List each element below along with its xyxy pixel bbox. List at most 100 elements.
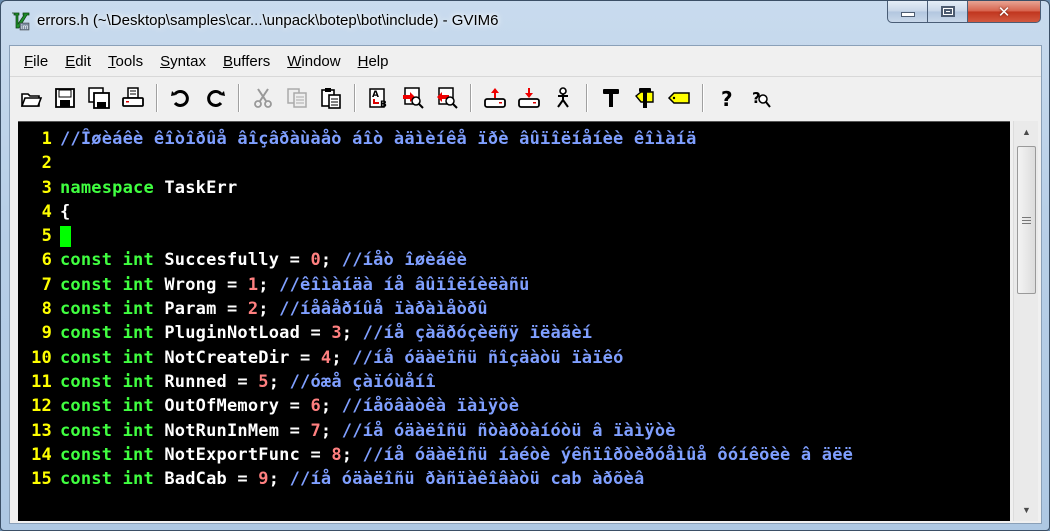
undo-button[interactable]	[164, 83, 198, 113]
make-button[interactable]	[594, 83, 628, 113]
vertical-scrollbar[interactable]: ▲ ▼	[1013, 121, 1038, 521]
save-all-button[interactable]	[82, 83, 116, 113]
arrow-up-icon: ▲	[1022, 127, 1031, 137]
menu-label: dit	[75, 52, 92, 70]
print-button[interactable]	[116, 83, 150, 113]
find-prev-icon	[437, 87, 458, 109]
menu-accelerator: F	[24, 52, 34, 70]
keyword: const int	[60, 274, 154, 295]
comment: //íåâåðíûå ïàðàìåòðû	[279, 299, 488, 320]
cut-button[interactable]	[246, 83, 280, 113]
menu-accelerator: E	[65, 52, 76, 70]
menu-help[interactable]: Help	[350, 53, 397, 70]
jump-tag-button[interactable]	[662, 83, 696, 113]
arrow-down-icon: ▼	[1022, 505, 1031, 515]
maximize-button[interactable]	[928, 1, 968, 23]
menu-window[interactable]: Window	[279, 53, 348, 70]
identifier: NotRunInMem	[164, 420, 280, 441]
keyword: const int	[60, 444, 154, 465]
line-number: 6	[41, 250, 52, 271]
line-number: 12	[31, 396, 52, 417]
minimize-icon	[900, 12, 915, 17]
code-line[interactable]: 4{	[18, 200, 1010, 224]
cut-icon	[254, 88, 272, 108]
menu-accelerator: T	[108, 52, 116, 70]
svg-text:im: im	[21, 24, 29, 31]
toolbar-separator	[470, 84, 472, 112]
text-cursor	[60, 225, 71, 247]
menu-file[interactable]: File	[16, 53, 56, 70]
line-number: 4	[41, 201, 52, 222]
menu-label: elp	[368, 52, 389, 70]
comment: //íå óäàëîñü ñîçäàòü ïàïêó	[352, 347, 624, 368]
run-script-button[interactable]	[546, 83, 580, 113]
find-prev-button[interactable]	[430, 83, 464, 113]
scroll-up-button[interactable]: ▲	[1014, 121, 1039, 143]
number-literal: 6	[310, 396, 321, 417]
caption-buttons: ✕	[887, 1, 1041, 23]
menu-label: ools	[115, 52, 144, 70]
number-literal: 3	[331, 323, 342, 344]
code-line[interactable]: 11 const int Runned = 5; //óæå çàïóùåíî	[18, 370, 1010, 394]
menu-buffers[interactable]: Buffers	[215, 53, 278, 70]
paste-button[interactable]	[314, 83, 348, 113]
code-line[interactable]: 1 //Îøèáêè êîòîðûå âîçâðàùàåò áîò àäìèíêå…	[18, 127, 1010, 151]
keyword: const int	[60, 323, 154, 344]
menu-syntax[interactable]: Syntax	[152, 53, 214, 70]
line-number: 14	[31, 444, 52, 465]
code-line[interactable]: 5	[18, 224, 1010, 248]
code-line[interactable]: 3 namespace TaskErr	[18, 176, 1010, 200]
scroll-thumb[interactable]	[1017, 146, 1036, 294]
comment: //íå óäàëîñü ñòàðòàíóòü â ïàìÿòè	[341, 420, 676, 441]
open-icon	[20, 93, 43, 107]
build-tags-button[interactable]	[628, 83, 662, 113]
run-script-icon	[557, 87, 569, 108]
identifier: TaskErr	[164, 177, 238, 198]
code-line[interactable]: 15 const int BadCab = 9; //íå óäàëîñü ðàñ…	[18, 467, 1010, 491]
make-icon	[603, 89, 619, 107]
open-button[interactable]	[14, 83, 48, 113]
print-icon	[122, 87, 144, 107]
comment: //íå óäàëîñü íàéòè ýêñïîðòèðóåìûå ôóíêöè…	[362, 444, 854, 465]
save-session-button[interactable]	[512, 83, 546, 113]
menu-edit[interactable]: Edit	[57, 53, 99, 70]
close-button[interactable]: ✕	[968, 1, 1041, 23]
load-session-button[interactable]	[478, 83, 512, 113]
code-line[interactable]: 12 const int OutOfMemory = 6; //íåõâàòêà …	[18, 394, 1010, 418]
line-number: 2	[41, 153, 52, 174]
save-icon	[55, 88, 75, 108]
minimize-button[interactable]	[887, 1, 928, 23]
copy-icon	[287, 88, 307, 108]
undo-icon	[171, 90, 189, 107]
text-editor[interactable]: 1 //Îøèáêè êîòîðûå âîçâðàùàåò áîò àäìèíêå…	[18, 121, 1010, 521]
code-line[interactable]: 8 const int Param = 2; //íåâåðíûå ïàðàìåò…	[18, 297, 1010, 321]
line-number: 11	[31, 371, 52, 392]
keyword: const int	[60, 371, 154, 392]
jump-tag-icon	[667, 92, 690, 104]
save-button[interactable]	[48, 83, 82, 113]
paste-icon	[321, 88, 341, 109]
keyword: namespace	[60, 177, 154, 198]
copy-button[interactable]	[280, 83, 314, 113]
menu-tools[interactable]: Tools	[100, 53, 151, 70]
code-line[interactable]: 13 const int NotRunInMem = 7; //íå óäàëîñ…	[18, 419, 1010, 443]
code-line[interactable]: 6 const int Succesfully = 0; //íåò îøèáêè	[18, 248, 1010, 272]
line-number: 1	[41, 129, 52, 149]
redo-button[interactable]	[198, 83, 232, 113]
number-literal: 2	[247, 299, 259, 320]
title-bar[interactable]: im errors.h (~\Desktop\samples\car...\un…	[1, 1, 1049, 43]
code-line[interactable]: 9 const int PluginNotLoad = 3; //íå çàãðó…	[18, 321, 1010, 345]
replace-button[interactable]: AB	[362, 83, 396, 113]
toolbar-separator	[354, 84, 356, 112]
code-line[interactable]: 14 const int NotExportFunc = 8; //íå óäàë…	[18, 443, 1010, 467]
scroll-down-button[interactable]: ▼	[1014, 499, 1039, 521]
menu-label: uffers	[232, 52, 271, 70]
help-button[interactable]: ?	[710, 83, 744, 113]
code-line[interactable]: 7 const int Wrong = 1; //êîìàíäà íå âûïîë…	[18, 273, 1010, 297]
keyword: const int	[60, 347, 154, 368]
find-help-button[interactable]: ?	[744, 83, 778, 113]
find-next-button[interactable]	[396, 83, 430, 113]
code-line[interactable]: 10 const int NotCreateDir = 4; //íå óäàëî…	[18, 346, 1010, 370]
code-line[interactable]: 2	[18, 151, 1010, 175]
toolbar-separator	[702, 84, 704, 112]
